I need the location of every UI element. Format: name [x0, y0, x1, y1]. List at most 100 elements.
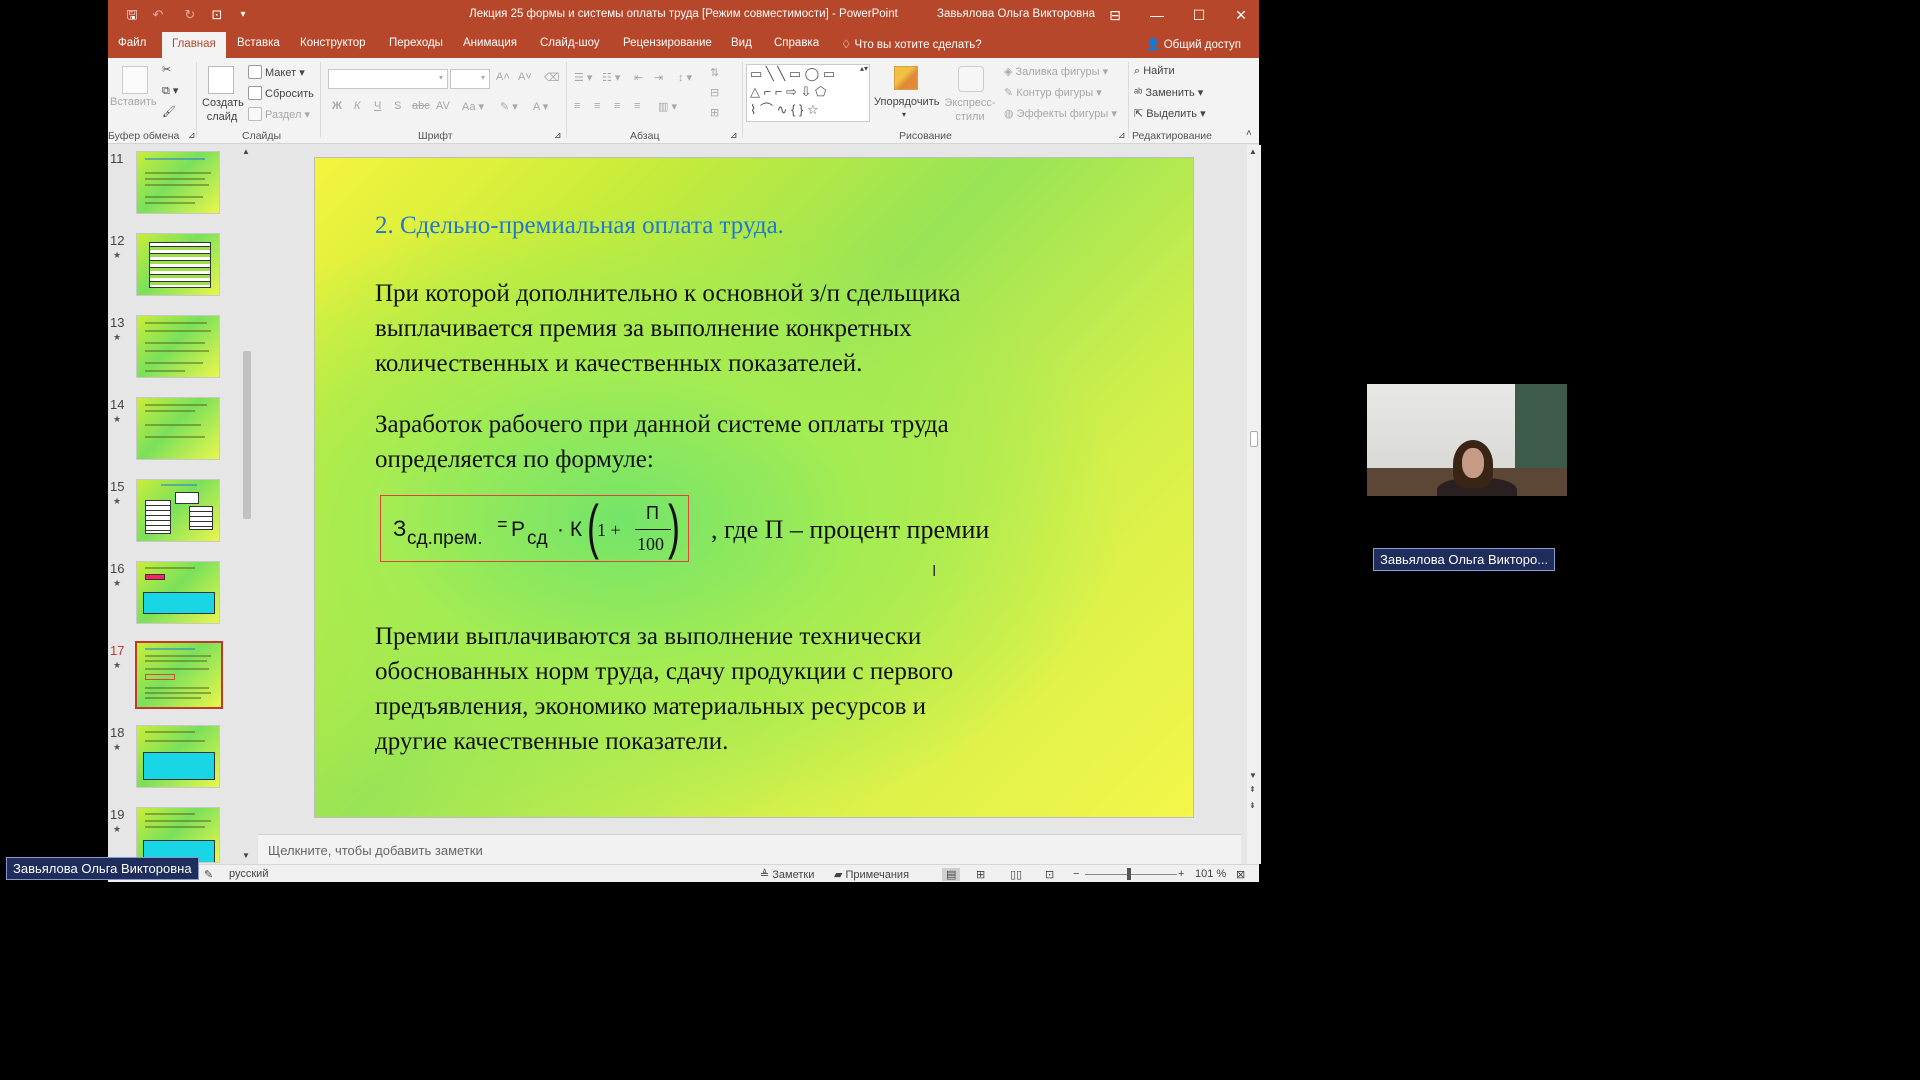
- new-slide-button[interactable]: Создать слайд: [202, 96, 244, 124]
- gallery-more-icon[interactable]: ▴▾: [860, 64, 868, 73]
- scroll-up-icon[interactable]: ▲: [1249, 147, 1257, 156]
- shape-fill-button[interactable]: ◈ Заливка фигуры ▾: [1004, 65, 1108, 78]
- tab-help[interactable]: Справка: [774, 37, 819, 49]
- maximize-button[interactable]: ☐: [1185, 4, 1213, 26]
- align-text-icon[interactable]: ⊟: [710, 86, 719, 99]
- slide-thumbnail-13[interactable]: [136, 315, 220, 378]
- strikethrough-icon[interactable]: abc: [412, 100, 430, 112]
- zoom-level[interactable]: 101 %: [1195, 868, 1226, 880]
- ribbon-display-options-icon[interactable]: ⊟: [1101, 4, 1129, 26]
- close-button[interactable]: ✕: [1227, 4, 1255, 26]
- slideshow-view-icon[interactable]: ⊡: [1045, 868, 1054, 881]
- formula-explanation[interactable]: , где П – процент премии: [711, 515, 989, 545]
- next-slide-icon[interactable]: ⇟: [1249, 801, 1256, 810]
- replace-button[interactable]: ᵃᵇ Заменить ▾: [1134, 86, 1203, 99]
- font-name-box[interactable]: ▾: [328, 69, 448, 89]
- highlight-icon[interactable]: ✎ ▾: [500, 100, 518, 113]
- paste-icon[interactable]: [122, 66, 148, 94]
- font-size-box[interactable]: ▾: [450, 69, 490, 89]
- new-slide-icon[interactable]: [208, 66, 234, 94]
- zoom-out-icon[interactable]: −: [1073, 868, 1079, 880]
- fit-to-window-icon[interactable]: ⊠: [1236, 868, 1245, 881]
- columns-icon[interactable]: ▥ ▾: [658, 100, 677, 113]
- current-slide[interactable]: 2. Сдельно-премиальная оплата труда. При…: [314, 157, 1194, 818]
- character-spacing-icon[interactable]: AV: [436, 100, 450, 112]
- thumbnail-row[interactable]: 11: [108, 151, 248, 229]
- formula-box[interactable]: З сд.прем. = Р сд · К ( 1 + П 100 ): [380, 493, 689, 562]
- previous-slide-icon[interactable]: ⇞: [1249, 785, 1256, 794]
- format-painter-icon[interactable]: 🖌: [162, 105, 176, 118]
- slide-thumbnail-15[interactable]: [136, 479, 220, 542]
- justify-icon[interactable]: ≡: [634, 100, 640, 112]
- increase-font-icon[interactable]: A˄: [496, 71, 510, 83]
- thumbnail-row[interactable]: 13 ★: [108, 315, 248, 393]
- change-case-icon[interactable]: Aa ▾: [462, 100, 484, 113]
- slide-thumbnail-14[interactable]: [136, 397, 220, 460]
- align-right-icon[interactable]: ≡: [614, 100, 620, 112]
- italic-icon[interactable]: К: [354, 100, 360, 112]
- slide-paragraph-3[interactable]: Премии выплачиваются за выполнение техни…: [375, 619, 953, 759]
- scroll-down-icon[interactable]: ▼: [242, 851, 250, 860]
- tab-design[interactable]: Конструктор: [300, 37, 366, 49]
- slide-thumbnail-16[interactable]: [136, 561, 220, 624]
- decrease-font-icon[interactable]: A˅: [518, 71, 532, 83]
- shadow-icon[interactable]: S: [394, 100, 401, 112]
- slide-paragraph-2[interactable]: Заработок рабочего при данной системе оп…: [375, 407, 949, 477]
- smartart-icon[interactable]: ⊞: [710, 106, 719, 119]
- shape-outline-button[interactable]: ✎ Контур фигуры ▾: [1004, 86, 1102, 99]
- tab-view[interactable]: Вид: [731, 37, 752, 49]
- shapes-gallery[interactable]: ▭ ╲ ╲ ▭ ◯ ▭ △ ⌐ ⌐ ⇨ ⇩ ⬠ ⌇ ⌒ ∿ { } ☆: [746, 64, 870, 122]
- tab-home[interactable]: Главная: [162, 32, 226, 58]
- slide-thumbnail-17[interactable]: [135, 641, 223, 709]
- text-direction-icon[interactable]: ⇅: [710, 66, 719, 79]
- tab-transitions[interactable]: Переходы: [389, 37, 443, 49]
- drawing-launcher-icon[interactable]: ⊿: [1118, 130, 1126, 141]
- slide-title[interactable]: 2. Сдельно-премиальная оплата труда.: [375, 212, 784, 240]
- line-spacing-icon[interactable]: ↕ ▾: [678, 71, 692, 84]
- language-indicator[interactable]: русский: [229, 868, 268, 880]
- font-launcher-icon[interactable]: ⊿: [554, 130, 562, 141]
- increase-indent-icon[interactable]: ⇥: [654, 71, 663, 84]
- slide-paragraph-1[interactable]: При которой дополнительно к основной з/п…: [375, 276, 961, 381]
- decrease-indent-icon[interactable]: ⇤: [634, 71, 643, 84]
- shape-effects-button[interactable]: ◍ Эффекты фигуры ▾: [1004, 107, 1117, 120]
- reset-button[interactable]: Сбросить: [248, 86, 314, 100]
- layout-button[interactable]: Макет ▾: [248, 65, 305, 79]
- thumbnail-row[interactable]: 16 ★: [108, 561, 248, 639]
- align-center-icon[interactable]: ≡: [594, 100, 600, 112]
- slide-scrollbar[interactable]: ▲ ▼ ⇞ ⇟: [1247, 145, 1261, 864]
- slide-thumbnail-19[interactable]: [136, 807, 220, 863]
- notes-pane[interactable]: Щелкните, чтобы добавить заметки: [258, 834, 1241, 864]
- thumbnails-scrollbar[interactable]: ▲ ▼: [240, 145, 254, 864]
- zoom-slider[interactable]: [1085, 874, 1177, 875]
- collapse-ribbon-icon[interactable]: ˄: [1246, 128, 1252, 139]
- reading-view-icon[interactable]: ▯▯: [1010, 868, 1022, 881]
- scroll-up-icon[interactable]: ▲: [242, 147, 250, 156]
- align-left-icon[interactable]: ≡: [574, 100, 580, 112]
- cut-icon[interactable]: ✂: [162, 63, 171, 76]
- underline-icon[interactable]: Ч: [374, 100, 381, 112]
- font-color-icon[interactable]: A ▾: [533, 100, 548, 113]
- clipboard-launcher-icon[interactable]: ⊿: [188, 130, 196, 141]
- zoom-slider-thumb[interactable]: [1127, 868, 1131, 880]
- bold-icon[interactable]: Ж: [332, 100, 342, 112]
- tell-me-box[interactable]: ♢ Что вы хотите сделать?: [841, 37, 982, 51]
- scrollbar-thumb[interactable]: [243, 351, 251, 519]
- paragraph-launcher-icon[interactable]: ⊿: [730, 130, 738, 141]
- scroll-down-icon[interactable]: ▼: [1249, 771, 1257, 780]
- quick-styles-icon[interactable]: [958, 66, 984, 92]
- notes-button[interactable]: ≜ Заметки: [760, 868, 814, 881]
- clear-formatting-icon[interactable]: ⌫: [544, 71, 560, 84]
- share-button[interactable]: 👤 Общий доступ: [1146, 37, 1241, 51]
- tab-animations[interactable]: Анимация: [463, 37, 517, 49]
- paste-button[interactable]: Вставить: [110, 96, 157, 108]
- quick-styles-button[interactable]: Экспресс-стили: [944, 96, 996, 124]
- tab-review[interactable]: Рецензирование: [623, 37, 712, 49]
- thumbnail-row[interactable]: 18 ★: [108, 725, 248, 803]
- thumbnail-row[interactable]: 15 ★: [108, 479, 248, 557]
- zoom-in-icon[interactable]: +: [1178, 868, 1184, 880]
- spellcheck-icon[interactable]: ✎: [204, 868, 213, 881]
- select-button[interactable]: ⇱ Выделить ▾: [1134, 107, 1206, 120]
- tab-slideshow[interactable]: Слайд-шоу: [540, 37, 600, 49]
- slide-thumbnail-11[interactable]: [136, 151, 220, 214]
